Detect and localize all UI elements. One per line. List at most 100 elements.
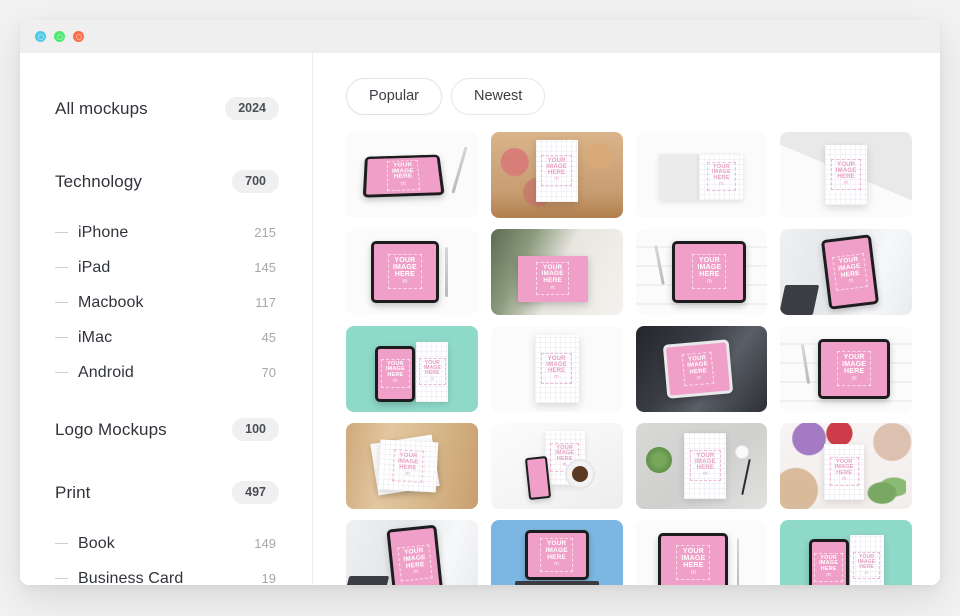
placeholder-line-3: HERE [548, 170, 565, 176]
placeholder-logo: m [827, 573, 831, 578]
mockup-card[interactable]: YOUR IMAGE HERE m [491, 423, 623, 509]
placeholder-logo: m [413, 569, 418, 575]
sidebar-group-count: 497 [232, 481, 279, 504]
tablet-card-pair: YOUR IMAGE HERE m YOUR IMAGE [809, 535, 884, 586]
sidebar-item-count: 2024 [225, 97, 279, 120]
mockup-card[interactable]: YOUR IMAGE HERE m [491, 520, 623, 586]
sidebar-item-label: Android [78, 364, 134, 382]
close-button[interactable] [35, 31, 46, 42]
sidebar-item-label: iPad [78, 259, 110, 277]
placeholder-logo: m [703, 472, 708, 478]
paper-card: YOUR IMAGE HERE m [684, 433, 726, 499]
mockup-card[interactable]: YOUR IMAGE HERE m YOUR IMAGE [346, 326, 478, 412]
placeholder-logo: m [393, 379, 397, 384]
mockup-card[interactable]: YOUR IMAGE HERE m [780, 132, 912, 218]
tablet-device: YOUR IMAGE HERE m [672, 241, 746, 303]
sidebar-item-label: Book [78, 535, 115, 553]
sidebar-item-count: 145 [254, 260, 279, 275]
placeholder-logo: m [707, 279, 712, 285]
card-right-panel: YOUR IMAGE HERE m [699, 154, 743, 200]
sidebar-item-android[interactable]: Android 70 [55, 355, 279, 390]
placeholder-line-1: YOUR [844, 354, 865, 361]
mockup-card[interactable]: YOUR IMAGE HERE m [636, 229, 768, 315]
mockup-card[interactable]: YOUR IMAGE HERE m [346, 423, 478, 509]
sidebar-item-count: 117 [255, 295, 279, 310]
mockup-card[interactable]: YOUR IMAGE HERE m [636, 423, 768, 509]
tablet-device: YOUR IMAGE HERE m [375, 346, 415, 402]
mockup-card[interactable]: YOUR IMAGE HERE m [346, 132, 478, 218]
tablet-card-pair: YOUR IMAGE HERE m YOUR IMAGE [375, 342, 448, 402]
app-window: All mockups 2024 Technology 700 iPhone 2… [20, 20, 940, 585]
mockup-card[interactable]: YOUR IMAGE HERE m YOUR IMAGE [780, 520, 912, 586]
stylus-icon [452, 146, 468, 193]
mockup-card[interactable]: YOUR IMAGE HERE m [346, 520, 478, 586]
keyboard-prop [780, 285, 819, 315]
sidebar-item-all-mockups[interactable]: All mockups 2024 [55, 91, 279, 126]
sidebar-item-count: 45 [262, 330, 279, 345]
pen-icon [742, 459, 751, 495]
minimize-button[interactable] [54, 31, 65, 42]
tablet-device: YOUR IMAGE HERE m [363, 154, 445, 197]
mockup-card[interactable]: YOUR IMAGE HERE m [491, 326, 623, 412]
paper-card: YOUR IMAGE HERE m [825, 145, 867, 205]
sidebar-item-book[interactable]: Book 149 [55, 526, 279, 561]
phone-device [525, 455, 551, 499]
sidebar-item-business-card[interactable]: Business Card 19 [55, 561, 279, 585]
placeholder-line-1: YOUR [394, 257, 415, 264]
dash-icon [55, 302, 68, 304]
placeholder-line-3: HERE [683, 562, 703, 569]
paper-card: YOUR IMAGE HERE m [536, 140, 578, 202]
mockup-card[interactable]: YOUR IMAGE HERE m [780, 423, 912, 509]
foliage-icon [866, 475, 906, 505]
sidebar-item-iphone[interactable]: iPhone 215 [55, 215, 279, 250]
sidebar-item-macbook[interactable]: Macbook 117 [55, 285, 279, 320]
prop-circle [735, 445, 749, 459]
placeholder-logo: m [550, 286, 555, 292]
mockup-card[interactable]: YOUR IMAGE HERE m [491, 229, 623, 315]
keyboard-prop [346, 576, 389, 586]
main-content: Popular Newest YOUR IMAGE HERE [313, 53, 940, 585]
sidebar-item-count: 149 [254, 536, 279, 551]
tab-popular[interactable]: Popular [346, 78, 442, 115]
paper-card: YOUR IMAGE HERE m [416, 342, 448, 402]
mockup-card[interactable]: YOUR IMAGE HERE m [636, 326, 768, 412]
placeholder-line-3: HERE [690, 367, 708, 375]
sidebar-group-logo-mockups[interactable]: Logo Mockups 100 [55, 412, 279, 447]
placeholder-line-1: YOUR [683, 548, 704, 555]
mockup-card[interactable]: YOUR IMAGE HERE m [780, 326, 912, 412]
maximize-button[interactable] [73, 31, 84, 42]
placeholder-logo: m [554, 177, 559, 183]
placeholder-logo: m [405, 472, 410, 478]
dash-icon [55, 543, 68, 545]
sidebar-group-print[interactable]: Print 497 [55, 475, 279, 510]
mockup-card[interactable]: YOUR IMAGE HERE m [346, 229, 478, 315]
sidebar-group-count: 100 [232, 418, 279, 441]
mockup-card[interactable]: YOUR IMAGE HERE m [636, 520, 768, 586]
dash-icon [55, 267, 68, 269]
placeholder-line-2: IMAGE [393, 264, 417, 271]
mockup-card[interactable]: YOUR IMAGE HERE m [491, 132, 623, 218]
card-left-panel [659, 154, 699, 200]
sidebar-group-technology[interactable]: Technology 700 [55, 164, 279, 199]
mockup-card[interactable]: YOUR IMAGE HERE m [780, 229, 912, 315]
placeholder-logo: m [554, 375, 559, 381]
coffee-cup [565, 459, 595, 489]
sidebar-group-count: 700 [232, 170, 279, 193]
tab-newest[interactable]: Newest [451, 78, 545, 115]
book-cover: YOUR IMAGE HERE m [535, 335, 579, 403]
placeholder-logo: m [842, 477, 846, 482]
placeholder-line-3: HERE [837, 174, 854, 180]
placeholder-logo: m [554, 562, 559, 568]
mockup-card[interactable]: YOUR IMAGE HERE m [636, 132, 768, 218]
sidebar-item-count: 215 [254, 225, 279, 240]
mockup-grid: YOUR IMAGE HERE m [346, 132, 912, 586]
window-titlebar [20, 20, 940, 53]
paper-card: YOUR IMAGE HERE m [378, 439, 439, 492]
tablet-device: YOUR IMAGE HERE m [818, 339, 890, 399]
placeholder-logo: m [401, 181, 406, 187]
placeholder-logo: m [852, 376, 857, 382]
tablet-device: YOUR IMAGE HERE m [658, 533, 728, 586]
sidebar-item-ipad[interactable]: iPad 145 [55, 250, 279, 285]
placeholder-line-2: IMAGE [681, 555, 705, 562]
sidebar-item-imac[interactable]: iMac 45 [55, 320, 279, 355]
